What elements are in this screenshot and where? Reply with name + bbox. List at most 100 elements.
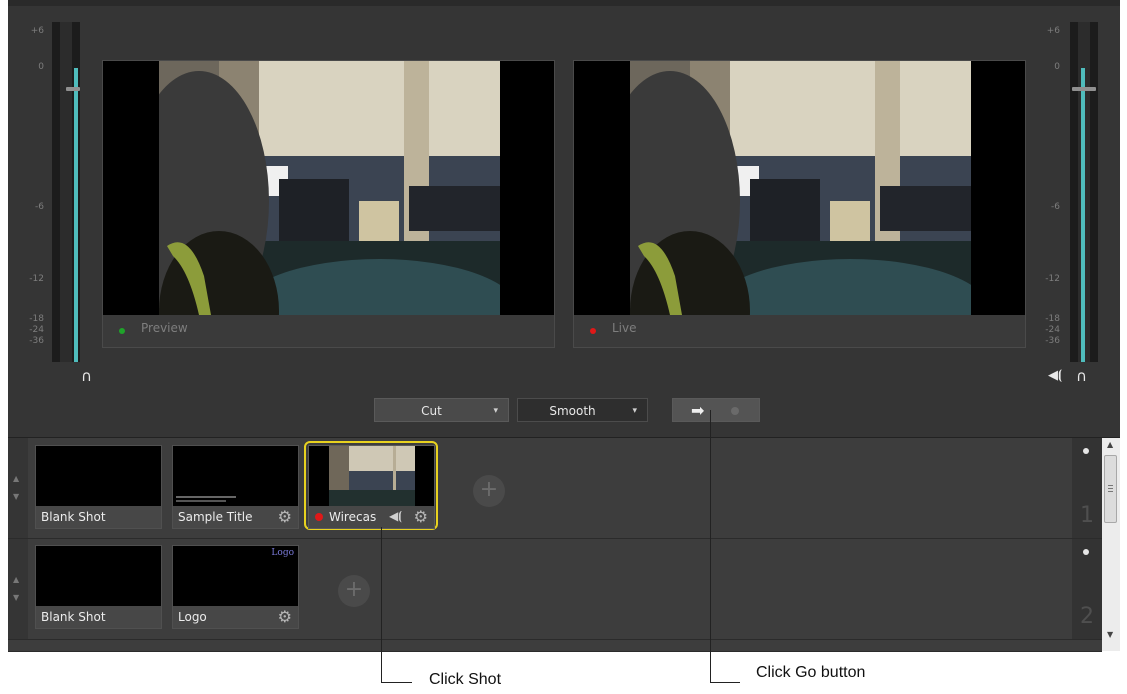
- scale-tick: -18: [29, 314, 44, 324]
- shot-name: Blank Shot: [41, 510, 106, 524]
- scale-tick: -18: [1045, 314, 1060, 324]
- logo-thumb-text: Logo: [271, 548, 294, 558]
- click-go-annotation: Click Go button: [756, 664, 866, 681]
- shot-layers-panel: ▲ ▼ Blank Shot Sample Title ⚙ Wirecas ◀⦗…: [8, 437, 1120, 652]
- live-label: Live: [612, 321, 637, 335]
- callout-line-go: [710, 682, 740, 683]
- layer-visible-dot[interactable]: [1083, 549, 1089, 555]
- shot-thumbnail: [173, 446, 298, 506]
- vertical-scrollbar[interactable]: ▲ ▼: [1102, 438, 1120, 651]
- left-meter-scale: +6 0 -6 -12 -18 -24 -36: [8, 18, 48, 368]
- shot-blank[interactable]: Blank Shot: [35, 545, 162, 629]
- scale-tick: +6: [30, 26, 44, 36]
- right-audio-meter[interactable]: [1070, 22, 1098, 362]
- go-status-dot: [731, 407, 739, 415]
- go-button[interactable]: ➡: [672, 398, 760, 422]
- chevron-down-icon: ▾: [632, 406, 637, 416]
- scroll-thumb[interactable]: [1104, 455, 1117, 523]
- preview-indicator-dot: [119, 328, 125, 334]
- speaker-icon[interactable]: ◀⦗: [389, 509, 402, 524]
- triangle-up-icon[interactable]: ▲: [13, 474, 19, 483]
- scale-tick: -36: [1045, 336, 1060, 346]
- scale-tick: +6: [1046, 26, 1060, 36]
- scale-tick: 0: [38, 62, 44, 72]
- click-shot-annotation: Click Shot: [429, 671, 502, 688]
- meter-lane-left: [52, 22, 60, 362]
- shot-name: Sample Title: [178, 510, 253, 524]
- shot-caption: Logo ⚙: [173, 606, 298, 628]
- meter-lane-right: [1090, 22, 1098, 362]
- gear-icon[interactable]: ⚙: [278, 607, 292, 626]
- shot-thumbnail: [309, 446, 434, 506]
- shot-thumbnail: [36, 446, 161, 506]
- scale-tick: -24: [29, 325, 44, 335]
- live-camera-image: [630, 61, 971, 315]
- top-strip: [8, 0, 1120, 6]
- layer-number: 1: [1080, 503, 1094, 528]
- preview-label: Preview: [141, 321, 188, 335]
- shot-caption: Blank Shot: [36, 606, 161, 628]
- headphones-icon[interactable]: ∩: [1076, 368, 1087, 384]
- live-screen: [574, 61, 1025, 315]
- shot-blank[interactable]: Blank Shot: [35, 445, 162, 529]
- add-shot-button[interactable]: +: [338, 575, 370, 607]
- preview-label-row: Preview: [103, 315, 554, 347]
- scale-tick: -24: [1045, 325, 1060, 335]
- scroll-down-icon[interactable]: ▼: [1107, 630, 1113, 639]
- layer-row-1: ▲ ▼ Blank Shot Sample Title ⚙ Wirecas ◀⦗…: [8, 438, 1102, 539]
- scale-tick: -12: [1045, 274, 1060, 284]
- scroll-up-icon[interactable]: ▲: [1107, 440, 1113, 449]
- headphones-icon[interactable]: ∩: [81, 368, 92, 384]
- triangle-up-icon[interactable]: ▲: [13, 575, 19, 584]
- shot-sample-title[interactable]: Sample Title ⚙: [172, 445, 299, 529]
- scale-tick: -6: [1051, 202, 1060, 212]
- grip-line: [1108, 491, 1113, 492]
- preview-monitor[interactable]: Preview: [102, 60, 555, 348]
- meter-lane-left: [1070, 22, 1078, 362]
- gear-icon[interactable]: ⚙: [278, 507, 292, 526]
- volume-slider-knob[interactable]: [1072, 87, 1096, 91]
- cut-label: Cut: [421, 404, 442, 418]
- shot-caption: Wirecas ◀⦗ ⚙: [309, 506, 434, 528]
- smooth-label: Smooth: [549, 404, 596, 418]
- layer-number: 2: [1080, 604, 1094, 629]
- live-label-row: Live: [574, 315, 1025, 347]
- layer-number-panel: 1: [1072, 438, 1102, 538]
- title-line-graphic: [176, 496, 236, 498]
- triangle-down-icon[interactable]: ▼: [13, 492, 19, 501]
- shot-logo[interactable]: Logo Logo ⚙: [172, 545, 299, 629]
- shot-caption: Sample Title ⚙: [173, 506, 298, 528]
- callout-line-shot: [381, 682, 412, 683]
- title-line-graphic: [176, 500, 226, 502]
- live-monitor[interactable]: Live: [573, 60, 1026, 348]
- speaker-icon[interactable]: ◀⦗: [1048, 368, 1062, 384]
- arrow-right-icon: ➡: [691, 401, 705, 420]
- preview-screen: [103, 61, 554, 315]
- cut-transition-dropdown[interactable]: Cut ▾: [374, 398, 509, 422]
- left-audio-meter[interactable]: [52, 22, 80, 362]
- volume-slider-knob[interactable]: [66, 87, 80, 91]
- layer-reorder-arrows[interactable]: ▲ ▼: [8, 438, 28, 538]
- shot-name: Wirecas: [329, 510, 377, 524]
- meter-level: [74, 68, 78, 362]
- meter-level: [1081, 68, 1085, 362]
- wirecast-window: +6 0 -6 -12 -18 -24 -36 ∩ Preview Live +…: [8, 0, 1120, 652]
- scale-tick: -36: [29, 336, 44, 346]
- scale-tick: 0: [1054, 62, 1060, 72]
- layer-visible-dot[interactable]: [1083, 448, 1089, 454]
- layer-number-panel: 2: [1072, 539, 1102, 639]
- shot-wirecast-camera[interactable]: Wirecas ◀⦗ ⚙: [308, 445, 435, 529]
- chevron-down-icon: ▾: [493, 406, 498, 416]
- smooth-transition-dropdown[interactable]: Smooth ▾: [517, 398, 648, 422]
- scale-tick: -12: [29, 274, 44, 284]
- shot-name: Blank Shot: [41, 610, 106, 624]
- add-shot-button[interactable]: +: [473, 475, 505, 507]
- callout-line-go: [710, 410, 711, 682]
- gear-icon[interactable]: ⚙: [414, 507, 428, 526]
- layer-reorder-arrows[interactable]: ▲ ▼: [8, 539, 28, 639]
- shot-thumbnail: [36, 546, 161, 606]
- grip-line: [1108, 485, 1113, 486]
- triangle-down-icon[interactable]: ▼: [13, 593, 19, 602]
- preview-camera-image: [159, 61, 500, 315]
- shot-name: Logo: [178, 610, 207, 624]
